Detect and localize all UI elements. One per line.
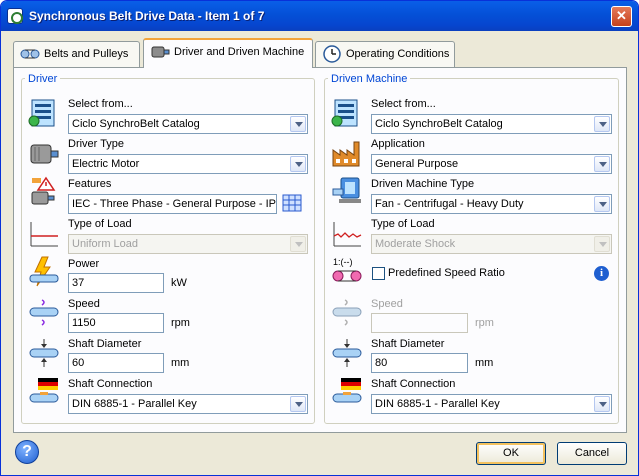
driven-catalog-value: Ciclo SynchroBelt Catalog <box>375 118 503 130</box>
driven-machine-type-value: Fan - Centrifugal - Heavy Duty <box>375 198 524 210</box>
german-flag-shaft-icon <box>29 378 59 403</box>
driven-shaft-connection-select[interactable]: DIN 6885-1 - Parallel Key <box>371 394 612 414</box>
catalog-icon <box>28 99 55 127</box>
driver-type-label: Driver Type <box>68 138 125 150</box>
uniform-load-icon <box>30 222 58 247</box>
driven-shaft-diameter-unit: mm <box>475 357 494 369</box>
application-value: General Purpose <box>375 158 459 170</box>
driven-load-type-select[interactable]: Moderate Shock <box>371 234 612 254</box>
ok-button[interactable]: OK <box>476 442 546 465</box>
features-icon <box>31 176 56 205</box>
driven-speed-unit: rpm <box>475 317 494 329</box>
driven-load-type-label: Type of Load <box>371 218 435 230</box>
driver-speed-label: Speed <box>68 298 100 310</box>
speed-shaft-icon <box>29 299 59 326</box>
driver-shaft-connection-select[interactable]: DIN 6885-1 - Parallel Key <box>68 394 308 414</box>
predefined-speed-ratio-label[interactable]: Predefined Speed Ratio <box>388 267 505 279</box>
power-input[interactable]: 37 <box>68 273 164 293</box>
motor-icon <box>151 46 170 58</box>
tab-label: Operating Conditions <box>346 48 450 60</box>
german-flag-shaft-icon <box>332 378 362 403</box>
speed-shaft-icon <box>332 299 362 326</box>
cancel-button[interactable]: Cancel <box>557 442 627 465</box>
info-icon[interactable]: i <box>594 266 609 281</box>
driven-shaft-diameter-label: Shaft Diameter <box>371 338 445 350</box>
chevron-down-icon[interactable] <box>290 156 306 172</box>
tab-label: Driver and Driven Machine <box>174 46 305 58</box>
features-label: Features <box>68 178 112 190</box>
chevron-down-icon[interactable] <box>594 236 610 252</box>
driver-select-from-label: Select from... <box>68 98 133 110</box>
chevron-down-icon[interactable] <box>290 396 306 412</box>
driver-load-type-label: Type of Load <box>68 218 132 230</box>
close-button[interactable]: ✕ <box>611 6 632 27</box>
tab-operating-conditions[interactable]: Operating Conditions <box>315 41 455 67</box>
power-unit: kW <box>171 277 187 289</box>
application-label: Application <box>371 138 425 150</box>
clock-icon <box>323 45 341 63</box>
table-grid-icon[interactable] <box>281 190 305 214</box>
window-title: Synchronous Belt Drive Data - Item 1 of … <box>29 9 265 23</box>
driver-shaft-diameter-input[interactable]: 60 <box>68 353 164 373</box>
driven-group-title: Driven Machine <box>328 73 411 85</box>
speed-ratio-belt-icon <box>332 270 362 282</box>
chevron-down-icon[interactable] <box>594 116 610 132</box>
help-icon[interactable]: ? <box>15 440 39 464</box>
driven-shaft-connection-label: Shaft Connection <box>371 378 456 390</box>
application-select[interactable]: General Purpose <box>371 154 612 174</box>
dialog-window: Synchronous Belt Drive Data - Item 1 of … <box>0 0 639 476</box>
chevron-down-icon[interactable] <box>290 116 306 132</box>
driven-select-from-label: Select from... <box>371 98 436 110</box>
driver-speed-input[interactable]: 1150 <box>68 313 164 333</box>
chevron-down-icon[interactable] <box>290 236 306 252</box>
driver-shaft-diameter-unit: mm <box>171 357 190 369</box>
driven-speed-input[interactable] <box>371 313 468 333</box>
driven-speed-label: Speed <box>371 298 403 310</box>
driven-shaft-diameter-input[interactable]: 80 <box>371 353 468 373</box>
tab-belts-and-pulleys[interactable]: Belts and Pulleys <box>13 41 140 67</box>
driver-shaft-connection-label: Shaft Connection <box>68 378 153 390</box>
electric-motor-icon <box>30 144 59 164</box>
driven-machine-type-select[interactable]: Fan - Centrifugal - Heavy Duty <box>371 194 612 214</box>
driver-load-type-select[interactable]: Uniform Load <box>68 234 308 254</box>
chevron-down-icon[interactable] <box>594 396 610 412</box>
driven-shaft-connection-value: DIN 6885-1 - Parallel Key <box>375 398 500 410</box>
factory-icon <box>332 141 360 167</box>
shaft-diameter-icon <box>332 339 362 367</box>
tab-driver-and-driven-machine[interactable]: Driver and Driven Machine <box>143 38 313 68</box>
driver-type-value: Electric Motor <box>72 158 140 170</box>
power-label: Power <box>68 258 100 270</box>
predefined-speed-ratio-checkbox[interactable] <box>372 267 385 280</box>
driven-machine-type-label: Driven Machine Type <box>371 178 475 190</box>
driven-catalog-select[interactable]: Ciclo SynchroBelt Catalog <box>371 114 612 134</box>
moderate-shock-load-icon <box>333 222 362 247</box>
driven-load-type-value: Moderate Shock <box>375 238 456 250</box>
features-field[interactable]: IEC - Three Phase - General Purpose - IP… <box>68 194 277 214</box>
title-bar[interactable]: Synchronous Belt Drive Data - Item 1 of … <box>1 1 638 31</box>
tab-label: Belts and Pulleys <box>44 48 129 60</box>
driver-shaft-diameter-label: Shaft Diameter <box>68 338 142 350</box>
shaft-diameter-icon <box>29 339 59 367</box>
driver-type-select[interactable]: Electric Motor <box>68 154 308 174</box>
catalog-icon <box>331 99 358 127</box>
driver-load-type-value: Uniform Load <box>72 238 139 250</box>
driver-group-title: Driver <box>25 73 61 85</box>
chevron-down-icon[interactable] <box>594 196 610 212</box>
driver-speed-unit: rpm <box>171 317 190 329</box>
driver-catalog-select[interactable]: Ciclo SynchroBelt Catalog <box>68 114 308 134</box>
chevron-down-icon[interactable] <box>594 156 610 172</box>
belt-pulley-icon <box>20 49 40 59</box>
power-lightning-icon <box>29 256 59 287</box>
app-icon <box>7 8 23 24</box>
driven-machine-icon <box>332 177 361 203</box>
driver-shaft-connection-value: DIN 6885-1 - Parallel Key <box>72 398 197 410</box>
driver-catalog-value: Ciclo SynchroBelt Catalog <box>72 118 200 130</box>
